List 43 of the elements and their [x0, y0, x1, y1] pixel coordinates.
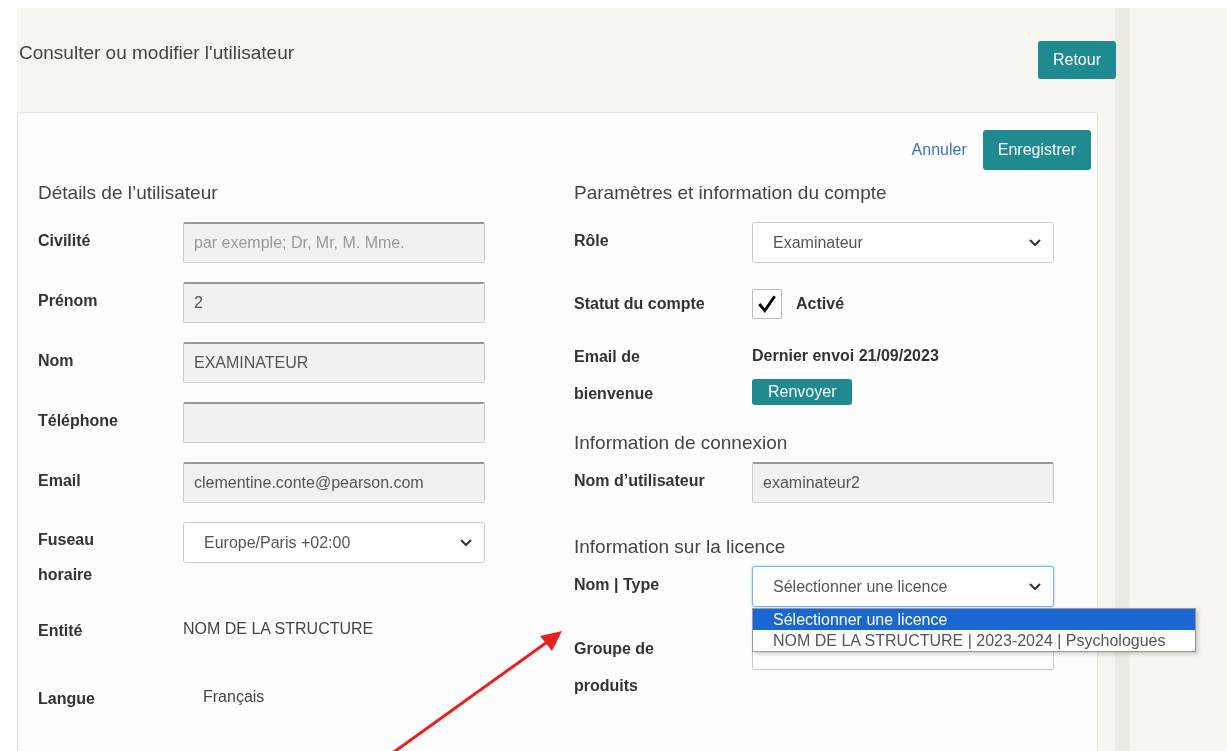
- dropdown[interactable]: Europe/Paris +02:00: [183, 522, 485, 563]
- field-label: Email de bienvenue: [574, 347, 655, 404]
- dropdown-option[interactable]: Sélectionner une licence: [753, 609, 1195, 630]
- dropdown[interactable]: Sélectionner une licence: [752, 566, 1054, 607]
- checkbox[interactable]: [752, 289, 782, 319]
- field-label: Statut du compte: [574, 295, 706, 313]
- input-field[interactable]: [183, 402, 485, 443]
- checkbox-label: Activé: [796, 295, 845, 313]
- cancel-link[interactable]: Annuler: [911, 141, 967, 159]
- section-heading: Détails de l’utilisateur: [38, 182, 219, 204]
- chevron-icon: [1029, 238, 1041, 247]
- checkmark-icon: [756, 293, 778, 315]
- input-field[interactable]: EXAMINATEUR: [183, 342, 485, 383]
- input-field[interactable]: clementine.conte@pearson.com: [183, 462, 485, 503]
- chevron-icon: [1029, 582, 1041, 591]
- input-field[interactable]: par exemple; Dr, Mr, M. Mme.: [183, 222, 485, 263]
- field-label: Langue: [38, 689, 96, 708]
- field-label: Entité: [38, 621, 84, 640]
- field-value: Français: [202, 687, 265, 706]
- field-label: Téléphone: [38, 411, 119, 430]
- input-field[interactable]: examinateur2: [752, 462, 1054, 503]
- field-label: Nom | Type: [574, 575, 661, 594]
- field-label: Rôle: [574, 231, 610, 250]
- field-label: Nom d’utilisateur: [574, 471, 706, 490]
- section-heading: Information de connexion: [574, 432, 789, 454]
- field-label: Civilité: [38, 231, 92, 250]
- last-sent-text: Dernier envoi 21/09/2023: [752, 347, 939, 365]
- save-button[interactable]: Enregistrer: [982, 130, 1091, 170]
- dropdown-option[interactable]: NOM DE LA STRUCTURE | 2023-2024 | Psychologues: [753, 630, 1195, 651]
- section-heading: Information sur la licence: [574, 536, 787, 558]
- field-label: Prénom: [38, 291, 99, 310]
- dropdown[interactable]: Examinateur: [752, 222, 1054, 263]
- section-heading: Paramètres et information du compte: [574, 182, 888, 204]
- field-label: Groupe de produits: [574, 639, 655, 696]
- back-button[interactable]: Retour: [1037, 41, 1116, 79]
- field-label: Nom: [38, 351, 75, 370]
- page-title: Consulter ou modifier l'utilisateur: [19, 42, 295, 64]
- input-field[interactable]: 2: [183, 282, 485, 323]
- field-label: Email: [38, 471, 82, 490]
- chevron-icon: [460, 538, 472, 547]
- field-label: Fuseau horaire: [38, 530, 95, 585]
- resend-button[interactable]: Renvoyer: [752, 379, 853, 405]
- field-value: NOM DE LA STRUCTURE: [183, 619, 374, 638]
